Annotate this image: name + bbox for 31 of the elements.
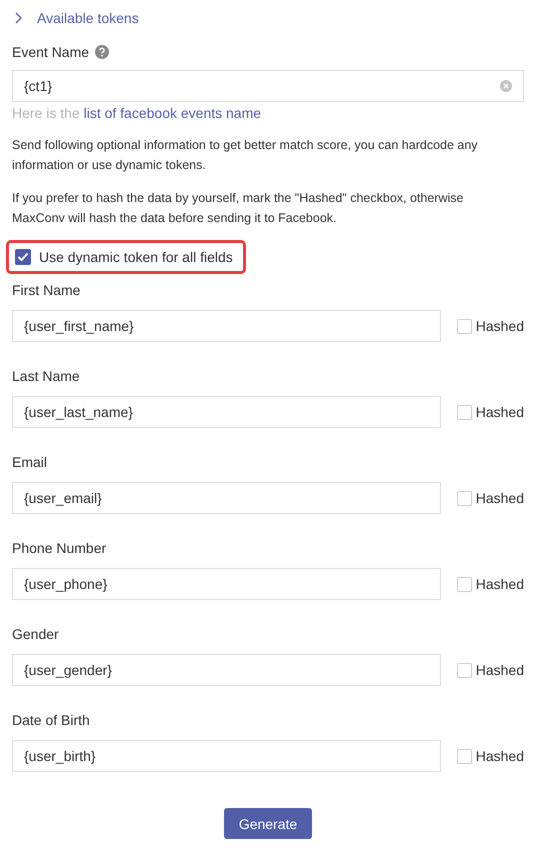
chevron-icon (14, 12, 24, 24)
checkbox-label: Hashed (476, 318, 524, 334)
paragraph: Send following optional information to get better match score, you can hardcode any information or use dynamic tokens. (12, 137, 479, 174)
checkbox-label: Use dynamic token for all fields (39, 249, 233, 265)
checkbox-label: Hashed (476, 748, 524, 764)
input-field[interactable]: {user_gender} (12, 654, 441, 686)
checkbox[interactable] (15, 249, 31, 265)
link[interactable]: list of facebook events name (84, 105, 262, 121)
input-field[interactable]: {user_first_name} (12, 310, 441, 342)
input-field[interactable]: {ct1} (12, 70, 524, 102)
field-label: Phone Number (12, 540, 108, 558)
checkbox-label: Hashed (476, 662, 524, 678)
hint-text: Here is the (12, 105, 81, 121)
field-label: Email (12, 454, 48, 472)
input-field[interactable]: {user_phone} (12, 568, 441, 600)
field-label: First Name (12, 282, 82, 300)
field-label: Gender (12, 626, 60, 644)
tokens-toggle[interactable]: Available tokens (12, 8, 524, 28)
input-field[interactable]: {user_birth} (12, 740, 441, 772)
input-field[interactable]: {user_last_name} (12, 396, 441, 428)
checkbox-label: Hashed (476, 490, 524, 506)
help-icon (95, 45, 110, 59)
field-label: Last Name (12, 368, 81, 386)
input-field[interactable]: {user_email} (12, 482, 441, 514)
checkbox-label: Hashed (476, 404, 524, 420)
generate-button[interactable]: Generate (224, 808, 312, 839)
clear-icon (500, 80, 512, 92)
field-label: Event Name (12, 44, 90, 60)
checkbox-label: Hashed (476, 576, 524, 592)
paragraph: If you prefer to hash the data by yourself, mark the "Hashed" checkbox, otherwise MaxConv will hash the data before sending it to Facebook. (12, 190, 464, 227)
field-label: Date of Birth (12, 712, 91, 730)
